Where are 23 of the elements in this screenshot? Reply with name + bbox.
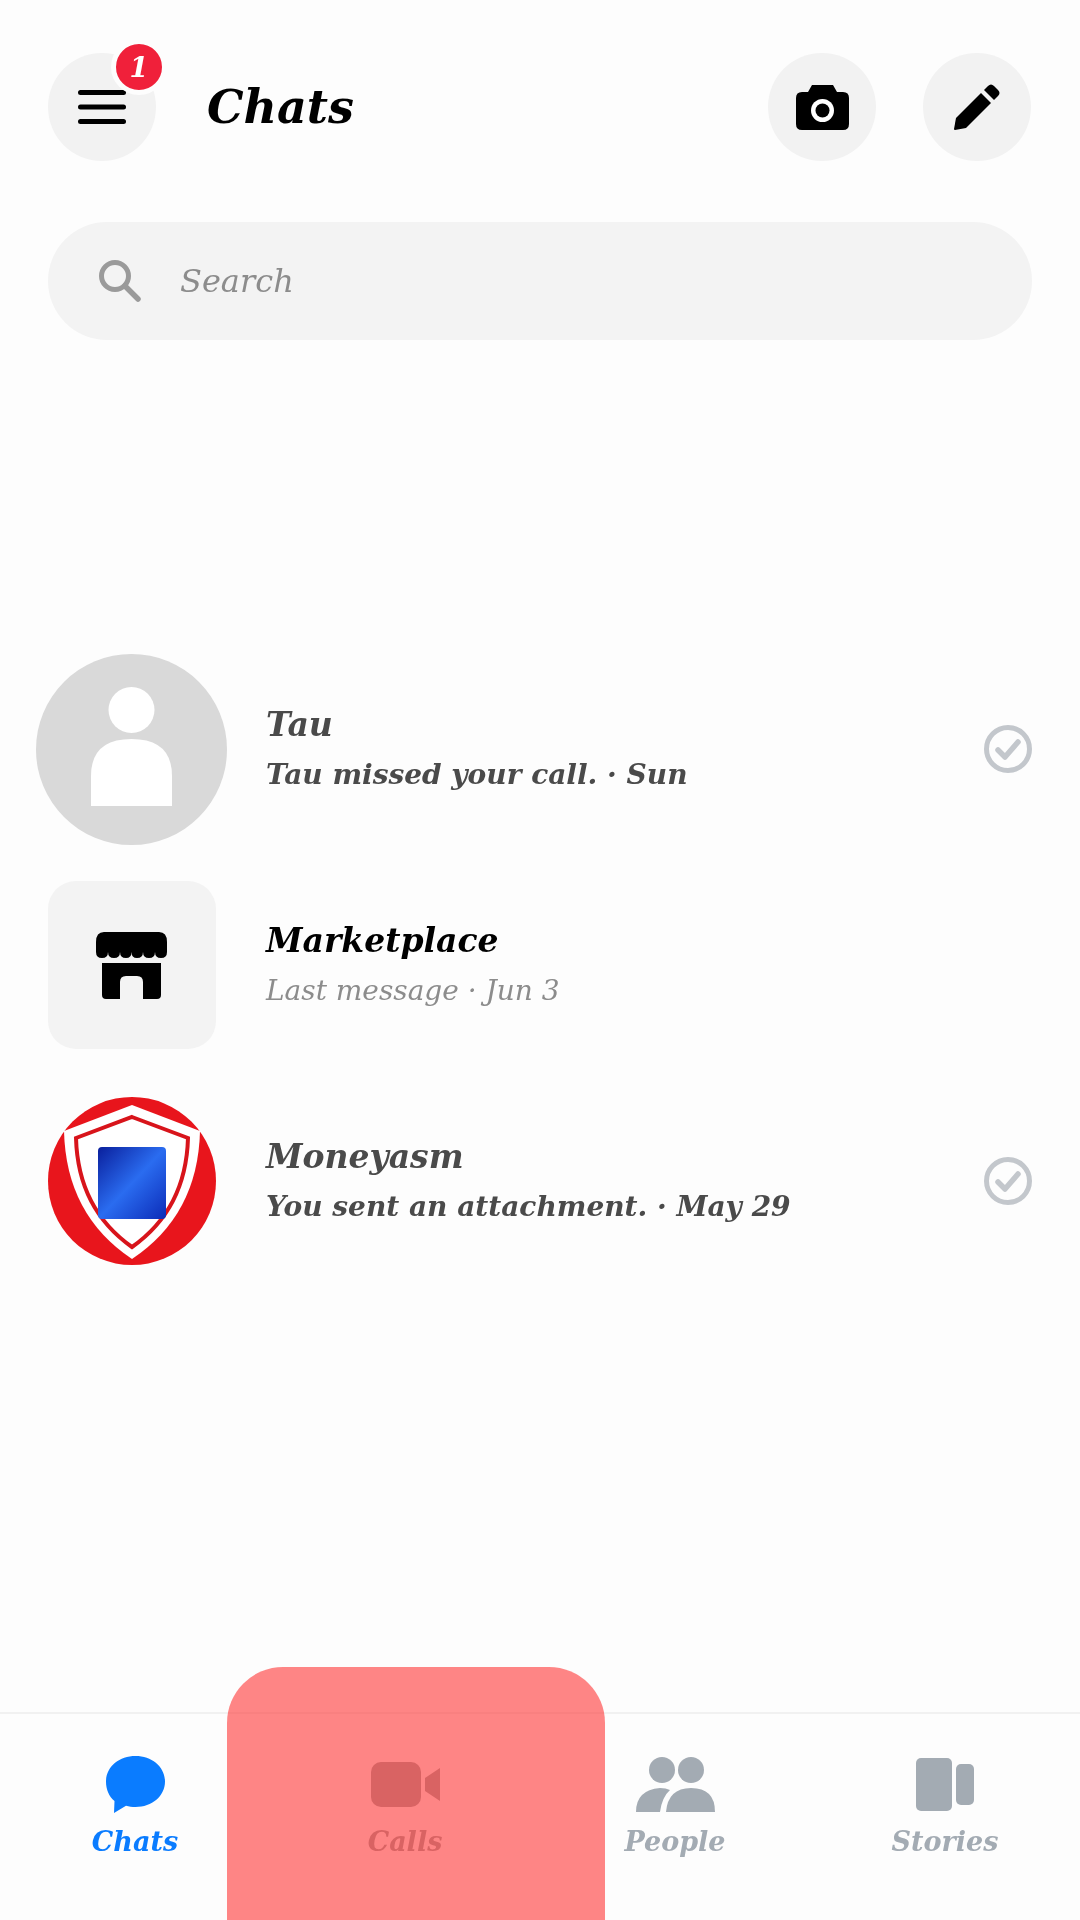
contact-name: Moneyasm bbox=[266, 1136, 465, 1178]
message-preview: You sent an attachment. · May 29 bbox=[266, 1189, 792, 1225]
pencil-icon bbox=[954, 84, 1000, 130]
nav-tab[interactable]: People bbox=[540, 1714, 810, 1920]
people-icon bbox=[635, 1756, 715, 1812]
message-preview: Last message · Jun 3 bbox=[266, 973, 561, 1009]
contact-name: Tau bbox=[266, 704, 334, 746]
chat-bubble-icon bbox=[105, 1755, 165, 1813]
chat-row[interactable]: Tau Tau missed your call. · Sun bbox=[0, 641, 1080, 857]
nav-tab[interactable]: Stories bbox=[810, 1714, 1080, 1920]
nav-tab[interactable]: Chats bbox=[0, 1714, 270, 1920]
store-icon bbox=[96, 931, 167, 999]
search-field[interactable]: Search bbox=[48, 222, 1032, 340]
chat-row[interactable]: Marketplace Last message · Jun 3 bbox=[0, 857, 1080, 1073]
contact-name: Marketplace bbox=[266, 920, 500, 962]
page-title: Chats bbox=[207, 84, 354, 130]
camera-icon bbox=[795, 84, 849, 130]
search-icon bbox=[98, 259, 141, 302]
message-preview: Tau missed your call. · Sun bbox=[266, 757, 689, 793]
menu-icon bbox=[78, 90, 126, 124]
stories-icon bbox=[916, 1757, 974, 1811]
chat-row[interactable]: Moneyasm You sent an attachment. · May 29 bbox=[0, 1073, 1080, 1289]
video-camera-icon bbox=[370, 1761, 440, 1807]
